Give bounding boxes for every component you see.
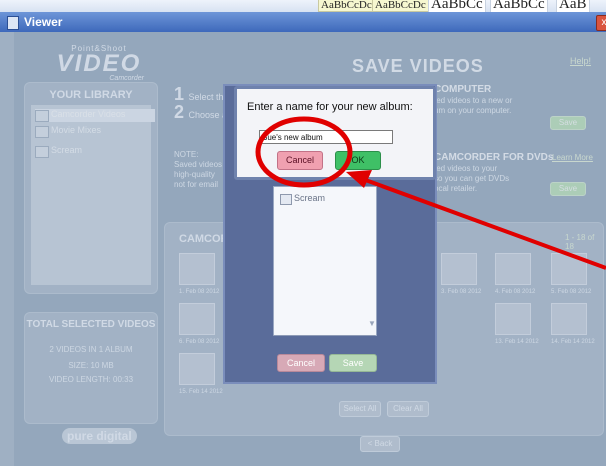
word-ribbon-strip: AaBbCcDc AaBbCcDc AaBbCc AaBbCc AaB xyxy=(0,0,606,12)
library-item-label: Camcorder Videos xyxy=(51,109,126,119)
dialog-prompt: Enter a name for your new album: xyxy=(247,101,413,113)
dvd-line-2: so you can get DVDs xyxy=(434,174,510,183)
folder-icon xyxy=(35,126,49,138)
video-label: 13. Feb 14 2012 xyxy=(495,339,539,345)
video-label: 1. Feb 08 2012 xyxy=(179,289,220,295)
video-thumbnail[interactable] xyxy=(495,303,531,335)
ribbon-style-3[interactable]: AaBbCc xyxy=(428,0,486,12)
scroll-down-icon[interactable]: ▼ xyxy=(368,319,376,328)
video-range: 1 - 18 of 18 xyxy=(565,233,595,251)
brand-logo: Point&Shoot VIDEO Camcorder xyxy=(44,44,154,84)
video-label: 4. Feb 08 2012 xyxy=(495,289,536,295)
album-icon xyxy=(35,146,49,158)
video-thumbnail[interactable] xyxy=(441,253,477,285)
video-thumbnail[interactable] xyxy=(495,253,531,285)
select-all-button[interactable]: Select All xyxy=(339,401,381,417)
dialog-ok-button[interactable]: OK xyxy=(335,151,381,170)
ribbon-style-2[interactable]: AaBbCcDc xyxy=(372,0,429,12)
album-list-item-label: Scream xyxy=(294,193,326,203)
totals-length: VIDEO LENGTH: 00:33 xyxy=(48,375,134,384)
step-number: 2 xyxy=(174,102,185,122)
album-name-input[interactable] xyxy=(259,130,393,144)
library-item-camcorder-videos[interactable]: Camcorder Videos xyxy=(35,109,155,122)
video-label: 3. Feb 08 2012 xyxy=(441,289,482,295)
video-thumbnail[interactable] xyxy=(179,303,215,335)
dvd-line-3: ocal retailer. xyxy=(434,184,478,193)
pure-digital-brand: pure digital xyxy=(62,428,137,444)
note-line-3: not for email xyxy=(174,180,219,189)
library-item-scream[interactable]: Scream xyxy=(35,145,82,158)
note-label: NOTE: xyxy=(174,150,199,159)
camcorder-title: CAMCOR xyxy=(179,233,229,245)
dvd-title: CAMCORDER FOR DVDs xyxy=(434,152,554,163)
album-icon xyxy=(280,194,292,205)
library-item-label: Scream xyxy=(51,145,83,155)
brand-main: VIDEO xyxy=(56,50,142,77)
totals-size: SIZE: 10 MB xyxy=(68,361,114,370)
album-list-divider xyxy=(273,335,375,336)
computer-title: COMPUTER xyxy=(434,84,492,95)
pure-digital-logo: pure digital xyxy=(62,428,137,444)
library-item-movie-mixes[interactable]: Movie Mixes xyxy=(35,125,101,138)
album-cancel-button[interactable]: Cancel xyxy=(277,354,325,372)
note-line-2: high-quality xyxy=(174,170,215,179)
video-label: 15. Feb 14 2012 xyxy=(179,389,223,395)
step-2: 2 Choose a xyxy=(174,102,227,123)
video-thumbnail[interactable] xyxy=(551,303,587,335)
computer-line-2: um on your computer. xyxy=(434,106,512,115)
step-text: Choose a xyxy=(188,110,227,120)
new-album-name-dialog: Enter a name for your new album: Cancel … xyxy=(234,86,436,180)
video-thumbnail[interactable] xyxy=(179,353,215,385)
save-to-computer-button[interactable]: Save xyxy=(550,116,586,130)
library-item-label: Movie Mixes xyxy=(51,125,102,135)
video-label: 5. Feb 08 2012 xyxy=(551,289,592,295)
computer-line-1: ted videos to a new or xyxy=(434,96,513,105)
ribbon-style-4[interactable]: AaBbCc xyxy=(490,0,548,12)
ribbon-style-5[interactable]: AaB xyxy=(556,0,590,12)
step-number: 1 xyxy=(174,84,185,104)
album-save-button[interactable]: Save xyxy=(329,354,377,372)
note-line-1: Saved videos xyxy=(174,160,223,169)
dvd-line-1: ted videos to your xyxy=(434,164,498,173)
folder-icon xyxy=(35,110,49,122)
learn-more-link[interactable]: Learn More xyxy=(552,153,593,162)
app-icon xyxy=(7,16,19,30)
library-panel: YOUR LIBRARY Camcorder Videos Movie Mixe… xyxy=(24,82,158,294)
video-thumbnail[interactable] xyxy=(551,253,587,285)
video-label: 14. Feb 14 2012 xyxy=(551,339,595,345)
album-list-item-scream[interactable]: Scream xyxy=(280,193,326,205)
library-title: YOUR LIBRARY xyxy=(49,89,133,101)
album-list: Scream ▼ xyxy=(273,186,377,336)
video-label: 6. Feb 08 2012 xyxy=(179,339,220,345)
video-thumbnail[interactable] xyxy=(179,253,215,285)
window-title: Viewer xyxy=(24,15,63,29)
page-title: SAVE VIDEOS xyxy=(352,56,484,76)
totals-panel: TOTAL SELECTED VIDEOS 2 VIDEOS IN 1 ALBU… xyxy=(24,312,158,424)
save-for-dvd-button[interactable]: Save xyxy=(550,182,586,196)
back-button[interactable]: < Back xyxy=(360,436,400,452)
help-link[interactable]: Help! xyxy=(570,56,591,66)
clear-all-button[interactable]: Clear All xyxy=(387,401,429,417)
window-close-button[interactable]: x xyxy=(596,15,606,31)
dialog-cancel-button[interactable]: Cancel xyxy=(277,151,323,170)
totals-title: TOTAL SELECTED VIDEOS xyxy=(26,319,156,330)
library-list: Camcorder Videos Movie Mixes Scream xyxy=(31,105,155,285)
ribbon-style-1[interactable]: AaBbCcDc xyxy=(318,0,375,12)
window-titlebar: Viewer x xyxy=(0,12,606,32)
totals-count: 2 VIDEOS IN 1 ALBUM xyxy=(49,345,133,354)
